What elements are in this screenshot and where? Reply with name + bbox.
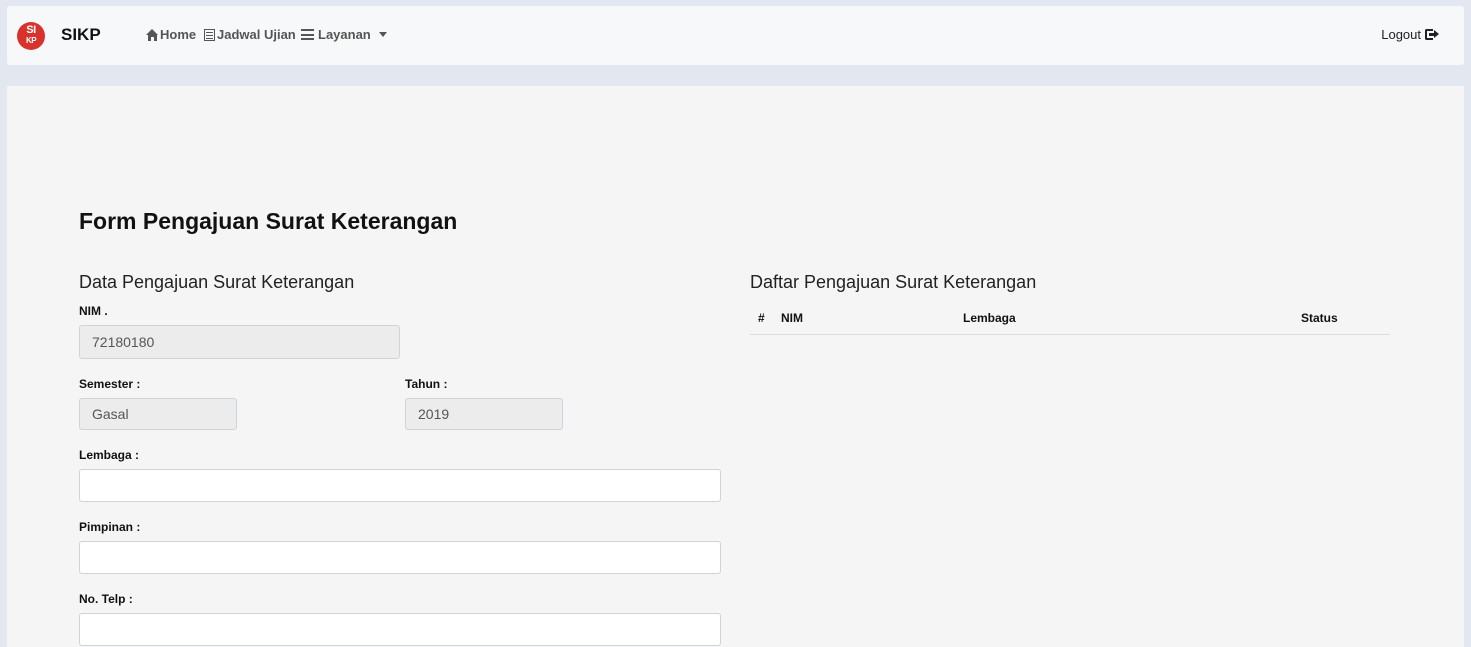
nav-jadwal-ujian[interactable]: Jadwal Ujian	[204, 27, 296, 42]
column-header-lembaga: Lembaga	[963, 311, 1016, 325]
logout-label: Logout	[1381, 27, 1421, 42]
table-header: # NIM Lembaga Status	[750, 304, 1390, 335]
semester-field[interactable]	[79, 398, 237, 430]
nav-jadwal-ujian-label: Jadwal Ujian	[217, 27, 296, 42]
nav-layanan-dropdown[interactable]: Layanan	[301, 27, 387, 42]
sikp-logo[interactable]: SI KP	[17, 22, 45, 50]
logout-icon	[1425, 29, 1439, 40]
pimpinan-label: Pimpinan :	[79, 520, 141, 534]
page-title: Form Pengajuan Surat Keterangan	[79, 208, 458, 234]
nav-home[interactable]: Home	[146, 27, 196, 42]
form-section-title: Data Pengajuan Surat Keterangan	[79, 272, 355, 292]
telp-label: No. Telp :	[79, 592, 133, 606]
navbar: SI KP SIKP Home Jadwal Ujian Layanan Log…	[7, 6, 1464, 65]
nav-home-label: Home	[160, 27, 197, 42]
nav-layanan-label: Layanan	[318, 27, 371, 42]
column-header-nim: NIM	[781, 311, 803, 325]
pimpinan-field[interactable]	[79, 541, 721, 574]
logout-link[interactable]: Logout	[1381, 27, 1439, 42]
tahun-field[interactable]	[405, 398, 563, 430]
logo-text-top: SI	[26, 24, 36, 36]
chevron-down-icon	[378, 32, 387, 37]
lembaga-label: Lembaga :	[79, 448, 140, 462]
list-icon	[301, 29, 314, 40]
calendar-icon	[204, 28, 215, 41]
semester-label: Semester :	[79, 377, 141, 391]
nim-field[interactable]	[79, 325, 400, 359]
list-section-title: Daftar Pengajuan Surat Keterangan	[750, 272, 1037, 292]
column-header-number: #	[758, 311, 765, 325]
nim-label: NIM .	[79, 304, 108, 318]
lembaga-field[interactable]	[79, 469, 721, 502]
logo-text-bottom: KP	[25, 36, 37, 45]
telp-field[interactable]	[79, 613, 721, 646]
home-icon	[146, 28, 159, 41]
brand-name[interactable]: SIKP	[61, 25, 101, 45]
tahun-label: Tahun :	[405, 377, 448, 391]
column-header-status: Status	[1301, 311, 1338, 325]
